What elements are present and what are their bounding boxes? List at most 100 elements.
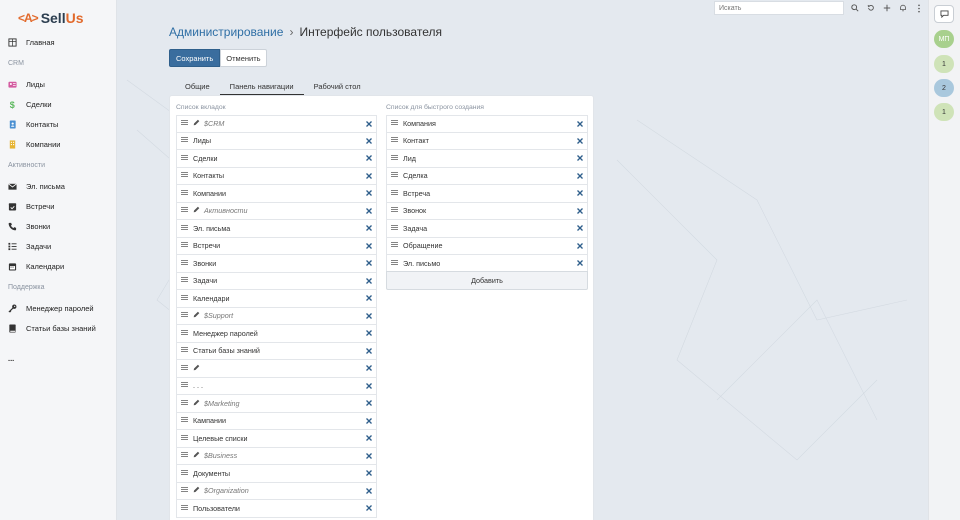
list-item[interactable]: Задача <box>386 220 588 238</box>
remove-icon[interactable] <box>577 119 583 129</box>
list-item[interactable]: $Business <box>176 447 377 465</box>
list-item[interactable]: Лиды <box>176 132 377 150</box>
drag-handle-icon[interactable] <box>181 382 189 389</box>
drag-handle-icon[interactable] <box>181 312 189 319</box>
list-item[interactable]: Целевые списки <box>176 430 377 448</box>
list-item[interactable]: Эл. письма <box>176 220 377 238</box>
drag-handle-icon[interactable] <box>181 434 189 442</box>
list-item[interactable]: $Organization <box>176 482 377 500</box>
remove-icon[interactable] <box>366 241 372 251</box>
drag-handle-icon[interactable] <box>181 172 189 179</box>
remove-icon[interactable] <box>366 468 372 478</box>
drag-handle-icon[interactable] <box>181 399 189 407</box>
drag-handle-icon[interactable] <box>181 277 189 284</box>
remove-icon[interactable] <box>577 188 583 198</box>
list-item[interactable]: Эл. письмо <box>386 255 588 273</box>
list-item[interactable]: Документы <box>176 465 377 483</box>
remove-icon[interactable] <box>366 119 372 129</box>
drag-handle-icon[interactable] <box>181 259 189 267</box>
drag-handle-icon[interactable] <box>181 504 189 512</box>
more-vertical-icon[interactable] <box>914 3 924 13</box>
remove-icon[interactable] <box>577 241 583 251</box>
tab-dashboard[interactable]: Рабочий стол <box>304 78 371 95</box>
list-item[interactable]: Статьи базы знаний <box>176 342 377 360</box>
list-item[interactable]: Встреча <box>386 185 588 203</box>
sidebar-item[interactable]: Компании <box>0 134 117 154</box>
drag-handle-icon[interactable] <box>181 364 189 372</box>
remove-icon[interactable] <box>366 223 372 233</box>
list-item[interactable]: Звонки <box>176 255 377 273</box>
drag-handle-icon[interactable] <box>181 487 189 494</box>
pencil-icon[interactable] <box>193 119 200 128</box>
remove-icon[interactable] <box>577 258 583 268</box>
remove-icon[interactable] <box>366 311 372 321</box>
drag-handle-icon[interactable] <box>391 189 399 197</box>
sidebar-item[interactable]: Задачи <box>0 236 117 256</box>
counter-badge[interactable]: 1 <box>934 55 954 73</box>
remove-icon[interactable] <box>366 398 372 408</box>
drag-handle-icon[interactable] <box>181 120 189 127</box>
remove-icon[interactable] <box>366 381 372 391</box>
cancel-button[interactable]: Отменить <box>220 49 267 67</box>
sidebar-item[interactable]: Менеджер паролей <box>0 298 117 318</box>
remove-icon[interactable] <box>366 346 372 356</box>
list-item[interactable]: Обращение <box>386 237 588 255</box>
counter-badge[interactable]: 1 <box>934 103 954 121</box>
drag-handle-icon[interactable] <box>391 259 399 267</box>
drag-handle-icon[interactable] <box>391 224 399 232</box>
list-item[interactable]: $Support <box>176 307 377 325</box>
remove-icon[interactable] <box>366 153 372 163</box>
remove-icon[interactable] <box>366 416 372 426</box>
user-avatar[interactable]: МП <box>934 30 954 48</box>
drag-handle-icon[interactable] <box>181 347 189 354</box>
remove-icon[interactable] <box>366 293 372 303</box>
list-item[interactable]: . . . <box>176 377 377 395</box>
remove-icon[interactable] <box>577 206 583 216</box>
remove-icon[interactable] <box>366 363 372 373</box>
search-input[interactable] <box>714 1 844 15</box>
remove-icon[interactable] <box>366 503 372 513</box>
tab-navbar[interactable]: Панель навигации <box>219 78 304 95</box>
drag-handle-icon[interactable] <box>181 189 189 197</box>
pencil-icon[interactable] <box>193 451 200 460</box>
list-item[interactable]: Лид <box>386 150 588 168</box>
list-item[interactable]: Сделки <box>176 150 377 168</box>
drag-handle-icon[interactable] <box>181 469 189 477</box>
remove-icon[interactable] <box>577 171 583 181</box>
remove-icon[interactable] <box>366 451 372 461</box>
list-item[interactable]: Компании <box>176 185 377 203</box>
pencil-icon[interactable] <box>193 206 200 215</box>
sidebar-item[interactable]: Статьи базы знаний <box>0 318 117 338</box>
remove-icon[interactable] <box>577 136 583 146</box>
pencil-icon[interactable] <box>193 311 200 320</box>
pencil-icon[interactable] <box>193 486 200 495</box>
list-item[interactable]: Компания <box>386 115 588 133</box>
list-item[interactable]: $CRM <box>176 115 377 133</box>
sidebar-item[interactable]: Календари <box>0 256 117 276</box>
drag-handle-icon[interactable] <box>391 154 399 162</box>
remove-icon[interactable] <box>577 153 583 163</box>
remove-icon[interactable] <box>366 433 372 443</box>
drag-handle-icon[interactable] <box>391 120 399 127</box>
list-item[interactable]: Пользователи <box>176 500 377 518</box>
add-button[interactable]: Добавить <box>386 271 588 290</box>
pencil-icon[interactable] <box>193 399 200 408</box>
drag-handle-icon[interactable] <box>391 137 399 144</box>
drag-handle-icon[interactable] <box>181 294 189 302</box>
list-item[interactable]: Звонок <box>386 202 588 220</box>
drag-handle-icon[interactable] <box>181 452 189 459</box>
drag-handle-icon[interactable] <box>181 137 189 144</box>
drag-handle-icon[interactable] <box>181 242 189 249</box>
sidebar-item[interactable]: $ Сделки <box>0 94 117 114</box>
drag-handle-icon[interactable] <box>181 417 189 424</box>
list-item[interactable]: Менеджер паролей <box>176 325 377 343</box>
list-item[interactable] <box>176 360 377 378</box>
drag-handle-icon[interactable] <box>391 172 399 179</box>
pencil-icon[interactable] <box>193 364 200 373</box>
save-button[interactable]: Сохранить <box>169 49 221 67</box>
remove-icon[interactable] <box>366 188 372 198</box>
list-item[interactable]: Встречи <box>176 237 377 255</box>
history-icon[interactable] <box>866 3 876 13</box>
remove-icon[interactable] <box>366 258 372 268</box>
drag-handle-icon[interactable] <box>181 224 189 232</box>
